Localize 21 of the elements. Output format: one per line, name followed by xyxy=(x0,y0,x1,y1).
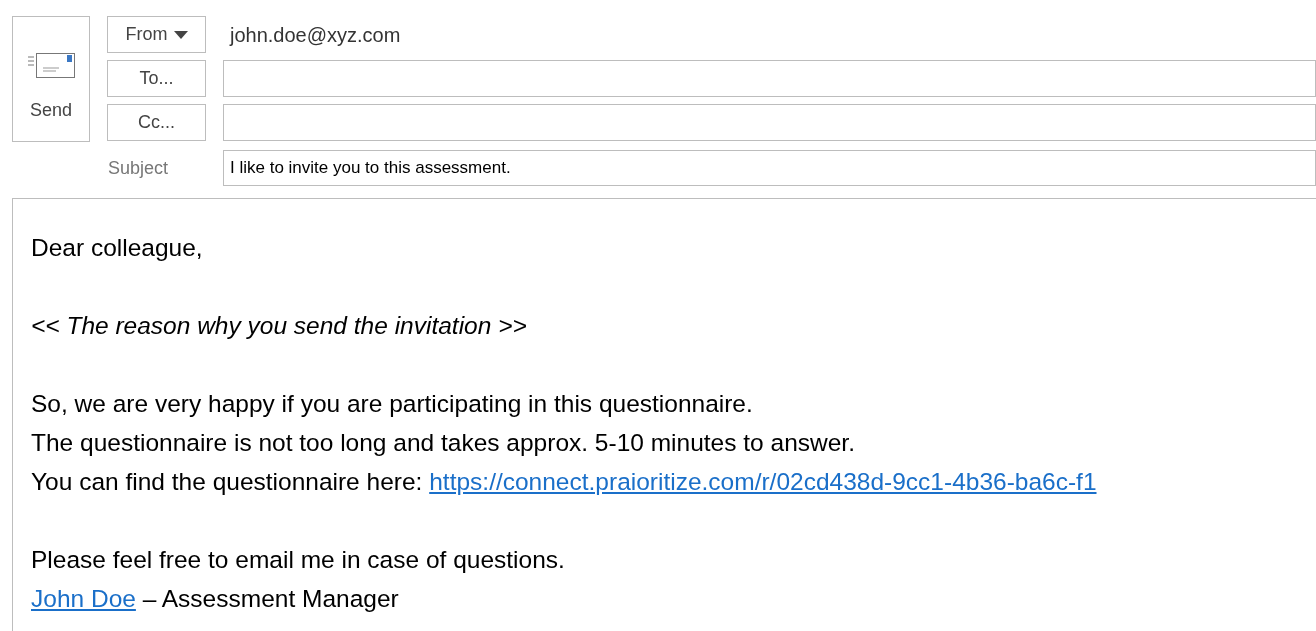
body-line: Please feel free to email me in case of questions. xyxy=(31,545,565,575)
body-line: << The reason why you send the invitation >> xyxy=(31,311,527,341)
send-button[interactable]: Send xyxy=(12,16,90,142)
link[interactable]: John Doe xyxy=(31,585,136,612)
message-body[interactable] xyxy=(12,198,1316,631)
from-button[interactable]: From xyxy=(107,16,206,53)
body-line: Dear colleague, xyxy=(31,233,203,263)
body-line: John Doe – Assessment Manager xyxy=(31,584,399,614)
subject-field[interactable]: I like to invite you to this assessment. xyxy=(223,150,1316,186)
cc-button[interactable]: Cc... xyxy=(107,104,206,141)
to-button[interactable]: To... xyxy=(107,60,206,97)
subject-label: Subject xyxy=(107,156,170,180)
to-field[interactable] xyxy=(223,60,1316,97)
body-line: So, we are very happy if you are participating in this questionnaire. xyxy=(31,389,753,419)
link[interactable]: https://connect.praioritize.com/r/02cd438d-9cc1-4b36-ba6c-f1 xyxy=(429,468,1097,495)
body-line: You can find the questionnaire here: https://connect.praioritize.com/r/02cd438d-9cc1-4b36-ba6c-f1 xyxy=(31,467,1097,497)
sender-address: john.doe@xyz.com xyxy=(230,22,401,48)
caret-icon xyxy=(173,30,188,39)
envelope-icon xyxy=(26,51,76,79)
cc-field[interactable] xyxy=(223,104,1316,141)
body-line: The questionnaire is not too long and takes approx. 5-10 minutes to answer. xyxy=(31,428,855,458)
